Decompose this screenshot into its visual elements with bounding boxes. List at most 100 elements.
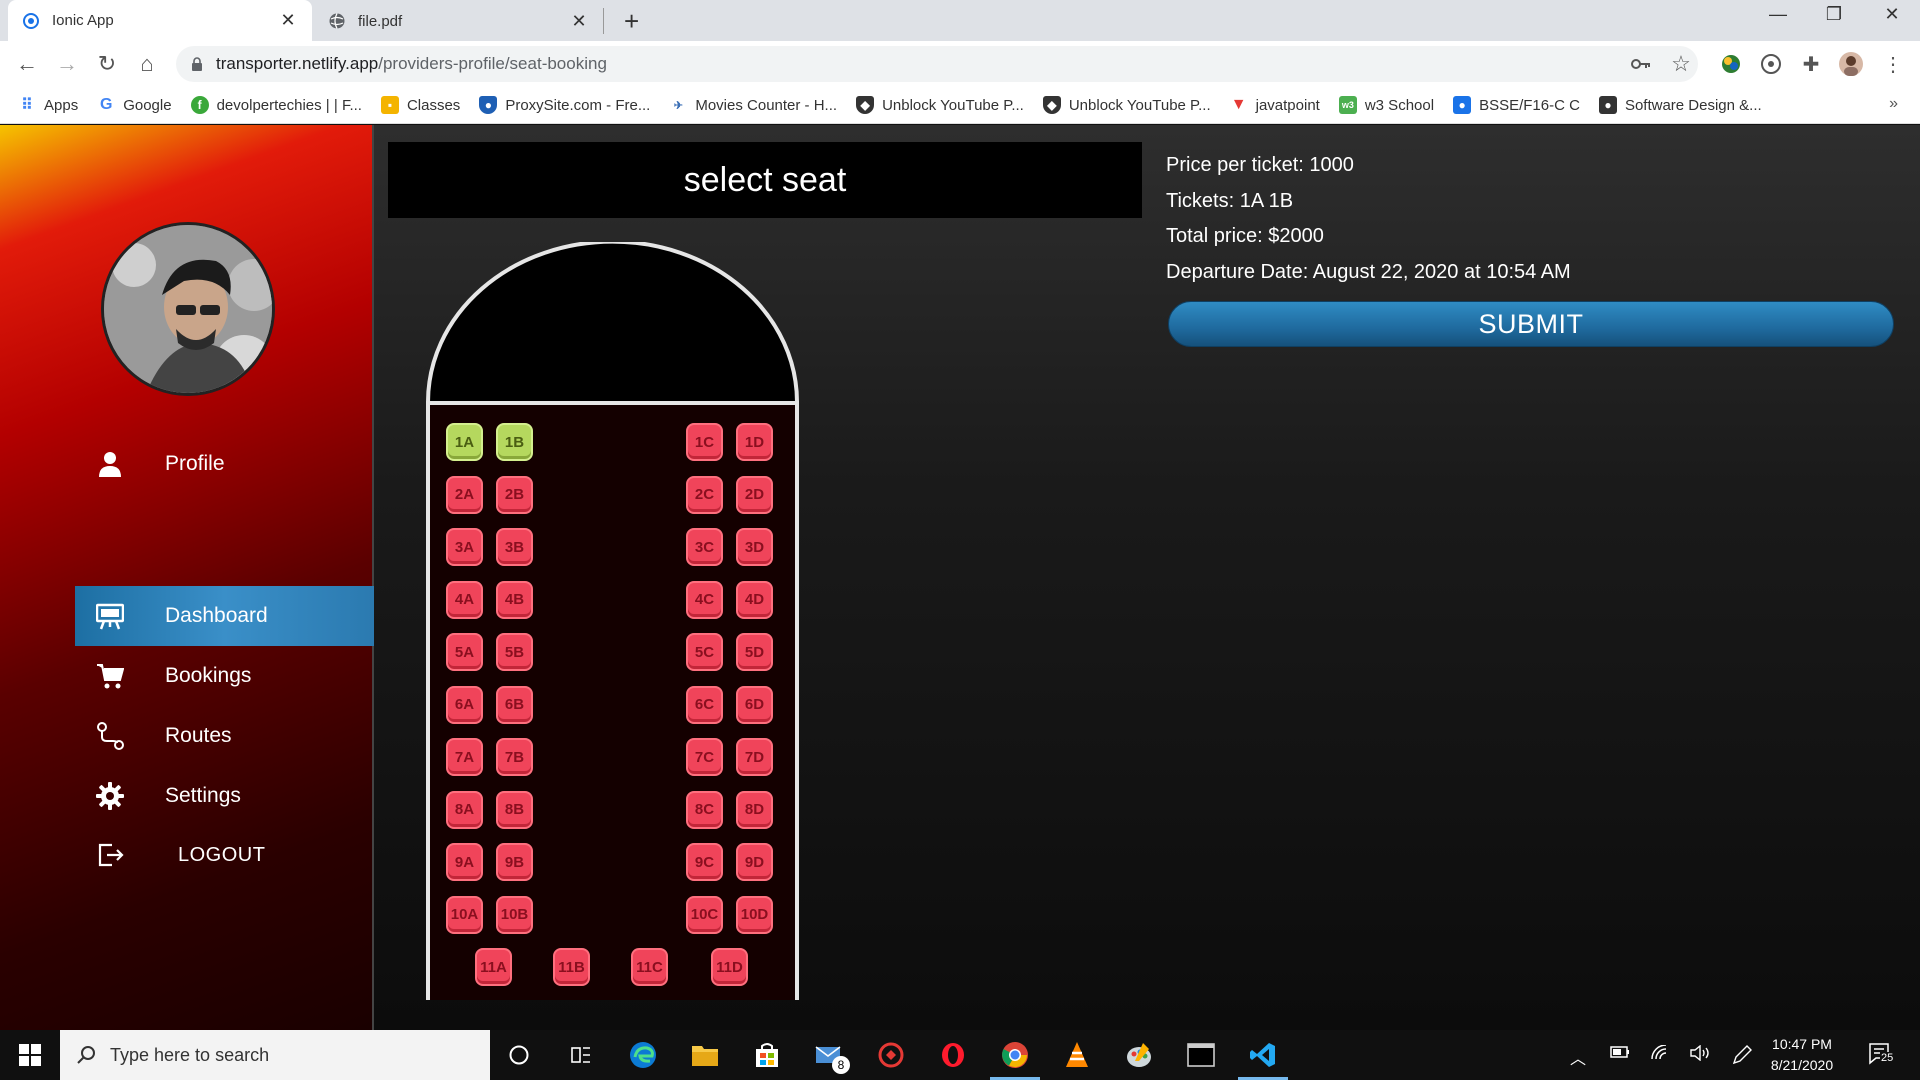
windows-start-icon[interactable]	[0, 1030, 60, 1080]
cortana-icon[interactable]	[502, 1038, 536, 1072]
seat-8b[interactable]: 8B	[496, 790, 533, 829]
seat-9a[interactable]: 9A	[446, 843, 483, 881]
task-view-icon[interactable]	[564, 1038, 598, 1072]
back-arrow-icon[interactable]: ←	[14, 51, 40, 77]
bookmark-apps[interactable]: ⠿ Apps	[18, 96, 78, 115]
seat-9d[interactable]: 9D	[736, 843, 773, 881]
wifi-icon[interactable]	[1650, 1044, 1670, 1066]
home-icon[interactable]: ⌂	[134, 51, 160, 77]
bookmark-movies-counter[interactable]: ✈ Movies Counter - H...	[669, 96, 837, 114]
seat-3b[interactable]: 3B	[496, 528, 533, 566]
seat-11d[interactable]: 11D	[711, 948, 748, 986]
system-clock[interactable]: 10:47 PM 8/21/2020	[1762, 1034, 1842, 1076]
seat-1d[interactable]: 1D	[736, 423, 773, 461]
seat-6b[interactable]: 6B	[496, 685, 533, 724]
window-close-icon[interactable]: ✕	[1872, 4, 1912, 25]
close-icon[interactable]: ✕	[278, 10, 298, 31]
sidebar-item-bookings[interactable]: Bookings	[75, 646, 374, 706]
bookmark-google[interactable]: G Google	[97, 96, 172, 114]
taskbar-search-input[interactable]: Type here to search	[60, 1030, 490, 1080]
vscode-icon[interactable]	[1238, 1038, 1288, 1080]
profile-avatar-icon[interactable]	[1838, 51, 1864, 77]
seat-4a[interactable]: 4A	[446, 580, 483, 619]
bookmark-javatpoint[interactable]: ▼ javatpoint	[1230, 96, 1320, 114]
paint-icon[interactable]	[1122, 1038, 1156, 1072]
chrome-icon[interactable]	[990, 1038, 1040, 1080]
bookmark-devolpertechies[interactable]: f devolpertechies | | F...	[190, 96, 362, 114]
tab-ionic-app[interactable]: Ionic App ✕	[8, 0, 312, 41]
seat-3c[interactable]: 3C	[686, 528, 723, 566]
edge-icon[interactable]	[626, 1038, 660, 1072]
restore-icon[interactable]: ❐	[1814, 4, 1854, 25]
extension-circle-icon[interactable]	[1758, 51, 1784, 77]
seat-9c[interactable]: 9C	[686, 843, 723, 881]
seat-3a[interactable]: 3A	[446, 528, 483, 566]
pen-icon[interactable]	[1732, 1045, 1752, 1070]
seat-1a[interactable]: 1A	[446, 423, 483, 461]
seat-7d[interactable]: 7D	[736, 738, 773, 776]
battery-icon[interactable]	[1610, 1045, 1630, 1064]
bookmark-proxysite[interactable]: ● ProxySite.com - Fre...	[479, 96, 650, 114]
seat-2c[interactable]: 2C	[686, 475, 723, 514]
submit-button[interactable]: SUBMIT	[1168, 301, 1894, 347]
bookmark-w3school[interactable]: w3 w3 School	[1338, 96, 1434, 114]
seat-6d[interactable]: 6D	[736, 685, 773, 724]
seat-1c[interactable]: 1C	[686, 423, 723, 461]
seat-11a[interactable]: 11A	[475, 948, 512, 986]
extension-globe-icon[interactable]	[1718, 51, 1744, 77]
sidebar-item-dashboard[interactable]: Dashboard	[75, 586, 374, 646]
seat-3d[interactable]: 3D	[736, 528, 773, 566]
bookmark-software-design[interactable]: ● Software Design &...	[1598, 96, 1762, 114]
new-tab-icon[interactable]: +	[624, 6, 639, 37]
security-app-icon[interactable]	[874, 1038, 908, 1072]
seat-7a[interactable]: 7A	[446, 738, 483, 776]
seat-6a[interactable]: 6A	[446, 685, 483, 724]
mail-icon[interactable]: 8	[812, 1038, 850, 1074]
minimize-icon[interactable]: —	[1758, 4, 1798, 25]
tab-file-pdf[interactable]: file.pdf ✕	[314, 8, 604, 34]
seat-8a[interactable]: 8A	[446, 790, 483, 829]
sidebar-item-settings[interactable]: Settings	[75, 766, 374, 826]
bookmark-unblock-youtube-2[interactable]: ◆ Unblock YouTube P...	[1042, 96, 1211, 114]
seat-10b[interactable]: 10B	[496, 895, 533, 934]
close-icon[interactable]: ✕	[569, 11, 589, 32]
bookmark-bsse[interactable]: ● BSSE/F16-C C	[1453, 96, 1580, 114]
seat-5b[interactable]: 5B	[496, 633, 533, 671]
seat-10a[interactable]: 10A	[446, 895, 483, 934]
seat-5c[interactable]: 5C	[686, 633, 723, 671]
seat-4d[interactable]: 4D	[736, 580, 773, 619]
key-icon[interactable]	[1628, 51, 1654, 77]
seat-8c[interactable]: 8C	[686, 790, 723, 829]
opera-icon[interactable]	[936, 1038, 970, 1072]
seat-6c[interactable]: 6C	[686, 685, 723, 724]
seat-9b[interactable]: 9B	[496, 843, 533, 881]
vlc-icon[interactable]	[1060, 1038, 1094, 1072]
terminal-icon[interactable]	[1184, 1038, 1218, 1072]
bookmark-unblock-youtube-1[interactable]: ◆ Unblock YouTube P...	[856, 96, 1024, 114]
volume-icon[interactable]	[1690, 1044, 1712, 1066]
bookmark-classes[interactable]: ▪ Classes	[380, 96, 460, 114]
chevron-double-right-icon[interactable]: »	[1889, 95, 1898, 113]
seat-5a[interactable]: 5A	[446, 633, 483, 671]
seat-1b[interactable]: 1B	[496, 423, 533, 461]
seat-10c[interactable]: 10C	[686, 895, 723, 934]
seat-4b[interactable]: 4B	[496, 580, 533, 619]
store-icon[interactable]	[750, 1038, 784, 1072]
file-explorer-icon[interactable]	[688, 1038, 722, 1072]
star-icon[interactable]: ☆	[1668, 51, 1694, 77]
seat-10d[interactable]: 10D	[736, 895, 773, 934]
seat-8d[interactable]: 8D	[736, 790, 773, 829]
more-vert-icon[interactable]: ⋮	[1880, 51, 1906, 77]
seat-2b[interactable]: 2B	[496, 475, 533, 514]
forward-arrow-icon[interactable]: →	[54, 51, 80, 77]
chevron-up-icon[interactable]: ︿	[1570, 1045, 1586, 1069]
logout-button[interactable]: LOGOUT	[75, 825, 374, 885]
seat-4c[interactable]: 4C	[686, 580, 723, 619]
notification-center-icon[interactable]: 25	[1868, 1042, 1895, 1071]
puzzle-icon[interactable]: ✚	[1798, 51, 1824, 77]
seat-7c[interactable]: 7C	[686, 738, 723, 776]
url-field[interactable]: transporter.netlify.app/providers-profil…	[176, 46, 1698, 82]
seat-2d[interactable]: 2D	[736, 475, 773, 514]
seat-11b[interactable]: 11B	[553, 948, 590, 986]
seat-11c[interactable]: 11C	[631, 948, 668, 986]
